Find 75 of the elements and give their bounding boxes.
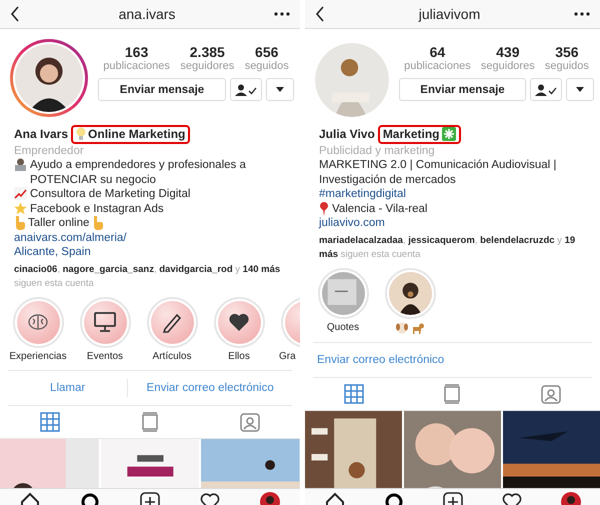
- caret-icon: [276, 87, 284, 92]
- caret-icon: [576, 87, 584, 92]
- category-label: Emprendedor: [14, 144, 85, 158]
- stat-label: seguidores: [180, 60, 234, 72]
- highlight-label: Experiencias: [9, 350, 67, 362]
- stat-label: seguidos: [244, 60, 289, 72]
- bio-text: Ayudo a emprendedores y profesionales a POTENCIAR su negocio: [30, 158, 247, 187]
- highlight-label: Gra: [278, 350, 296, 362]
- heart-icon: [228, 312, 250, 332]
- pencil-icon: [161, 311, 183, 333]
- followers-text: mariadelacalzadaa, jessicaquerom, belendelacruzdc y 19 más siguen esta cuenta: [319, 234, 576, 262]
- bio-text: Facebook e Instagran Ads: [30, 202, 164, 216]
- chart-icon: [14, 187, 27, 200]
- person-laptop-icon: [14, 158, 27, 171]
- bio-text: Taller online: [28, 216, 90, 230]
- followers-text: cinacio06, nagore_garcia_sanz, davidgarcia_rod y 140 más siguen esta cuenta: [14, 262, 282, 290]
- following-button[interactable]: [230, 78, 262, 101]
- sparkle-icon: [442, 127, 456, 142]
- stat-count: 656: [255, 44, 278, 60]
- back-icon[interactable]: [315, 6, 325, 22]
- dog-face-icon: [396, 322, 408, 334]
- message-button[interactable]: Enviar mensaje: [98, 78, 226, 101]
- stat-count: 64: [430, 44, 446, 60]
- stat-label: publicaciones: [103, 60, 170, 72]
- tagged-icon: [540, 384, 561, 404]
- bio-text: Consultora de Marketing Digital: [30, 187, 190, 202]
- highlight-label: Quotes: [326, 322, 360, 332]
- star-icon: [14, 202, 27, 214]
- bio-text: MARKETING 2.0 | Comunicación Audiovisual | Investigación de mercados: [319, 158, 558, 187]
- bio-link[interactable]: juliavivo.com: [319, 216, 385, 230]
- email-link[interactable]: Enviar correo electrónico: [313, 350, 448, 368]
- bulb-icon: [76, 127, 86, 142]
- call-link[interactable]: Llamar: [8, 378, 128, 396]
- highlight-label: Artículos: [152, 350, 192, 362]
- person-check-icon: [235, 84, 257, 96]
- stat-label: seguidores: [480, 60, 535, 72]
- highlight-label: Ellos: [228, 350, 250, 362]
- person-check-icon: [535, 84, 557, 96]
- stat-label: seguidos: [544, 60, 589, 72]
- following-button[interactable]: [530, 78, 562, 101]
- dog-icon: [410, 322, 424, 334]
- highlight-label: Eventos: [86, 350, 124, 362]
- message-button[interactable]: Enviar mensaje: [399, 78, 526, 101]
- email-link[interactable]: Enviar correo electrónico: [127, 378, 292, 396]
- profile-username: juliavivom: [418, 6, 480, 22]
- dropdown-button[interactable]: [566, 78, 594, 101]
- monitor-icon: [93, 311, 117, 333]
- category-label: Publicidad y marketing: [319, 144, 436, 158]
- bio-link[interactable]: #marketingdigital: [319, 187, 406, 202]
- more-icon[interactable]: [274, 12, 290, 16]
- dropdown-button[interactable]: [266, 78, 294, 101]
- grid-icon: [40, 412, 60, 432]
- tagged-icon: [240, 412, 260, 432]
- brain-icon: [27, 312, 49, 332]
- profile-name: Ana Ivars: [14, 127, 68, 142]
- stat-count: 2.385: [190, 44, 225, 60]
- feed-icon: [142, 412, 158, 432]
- stat-label: publicaciones: [404, 60, 471, 72]
- bio-text: Valencia - Vila-real: [332, 202, 428, 216]
- grid-icon: [344, 384, 364, 404]
- headline-text: Online Marketing: [88, 127, 186, 142]
- bio-link[interactable]: Alicante, Spain: [14, 245, 91, 260]
- stat-count: 439: [496, 44, 520, 60]
- pin-icon: [319, 202, 329, 216]
- feed-icon: [444, 384, 460, 404]
- back-icon[interactable]: [10, 6, 20, 22]
- profile-username: ana.ivars: [118, 6, 176, 22]
- more-icon[interactable]: [574, 12, 590, 16]
- stat-count: 163: [124, 44, 148, 60]
- stat-count: 356: [555, 44, 579, 60]
- bio-link[interactable]: anaivars.com/almeria/: [14, 230, 126, 245]
- hand-icon: [14, 216, 25, 230]
- hand-icon: [92, 216, 104, 230]
- headline-text: Marketing: [382, 127, 440, 142]
- profile-name: Julia Vivo: [319, 127, 375, 142]
